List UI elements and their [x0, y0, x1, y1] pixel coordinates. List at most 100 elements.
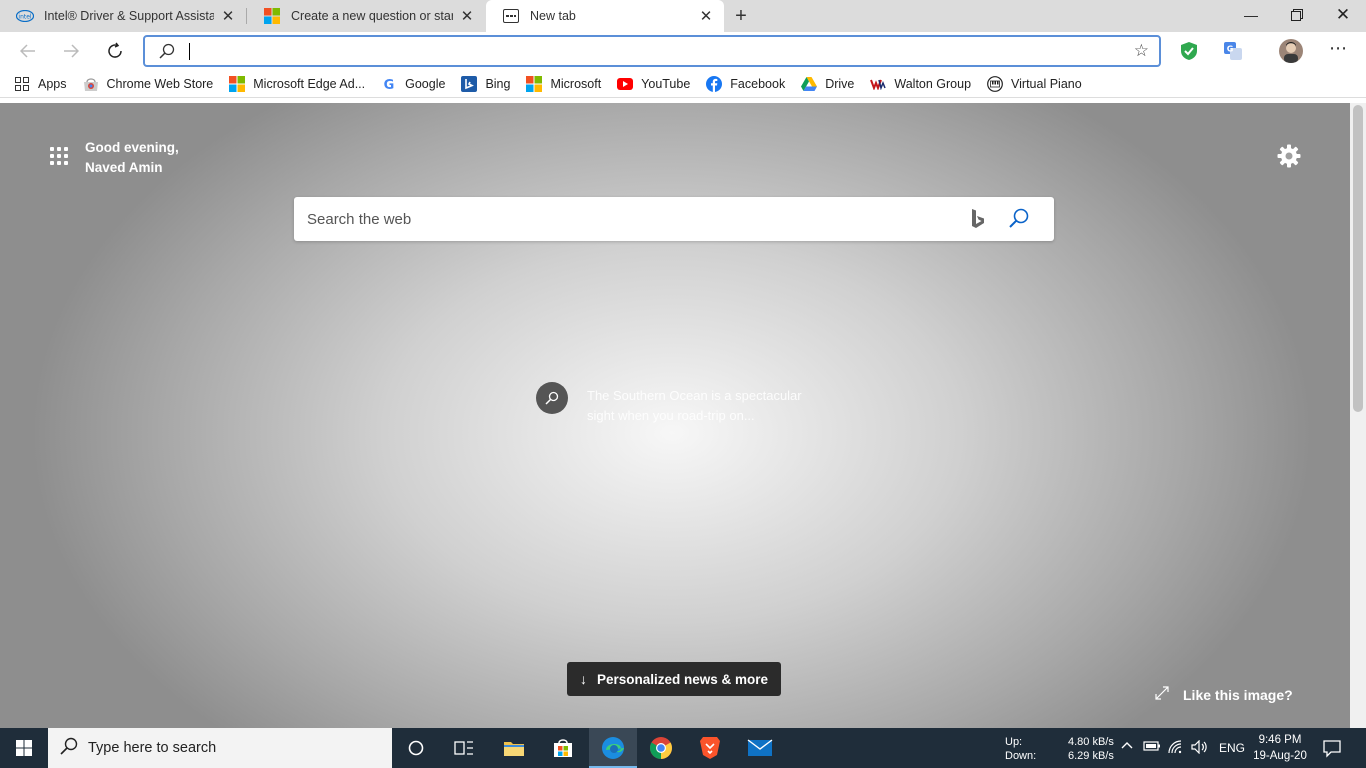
- walton-icon: [870, 76, 887, 92]
- personalized-news-button[interactable]: ↓ Personalized news & more: [567, 662, 781, 696]
- mail-taskbar-button[interactable]: [736, 728, 784, 768]
- new-tab-button[interactable]: +: [728, 4, 754, 28]
- shield-extension-icon[interactable]: [1177, 39, 1201, 63]
- bookmark-label: Virtual Piano: [1011, 76, 1082, 91]
- store-icon: [554, 739, 572, 757]
- image-search-icon[interactable]: [536, 382, 568, 414]
- address-bar[interactable]: ☆: [143, 35, 1161, 67]
- translate-extension-icon[interactable]: G: [1221, 39, 1245, 63]
- system-clock[interactable]: 9:46 PM 19-Aug-20: [1244, 732, 1316, 764]
- bookmark-label: Microsoft: [550, 76, 602, 91]
- greeting-line-1: Good evening,: [85, 140, 179, 155]
- bookmark-apps[interactable]: Apps: [14, 76, 67, 92]
- close-window-button[interactable]: ✕: [1320, 0, 1366, 30]
- tab-new-tab[interactable]: New tab ✕: [486, 0, 724, 32]
- bookmark-drive[interactable]: Drive: [801, 76, 854, 92]
- tab-title: Create a new question or start a discuss…: [291, 9, 453, 23]
- bookmark-bing[interactable]: Bing: [461, 75, 511, 92]
- brave-taskbar-button[interactable]: [686, 728, 734, 768]
- taskbar-search-placeholder: Type here to search: [88, 740, 217, 756]
- net-up-label: Up:: [1005, 736, 1023, 748]
- windows-taskbar: Type here to search Up: Down: 4.80 kB/s …: [0, 728, 1366, 768]
- svg-text:G: G: [1227, 45, 1234, 54]
- youtube-icon: [617, 76, 634, 92]
- microsoft-store-button[interactable]: [539, 728, 587, 768]
- volume-icon[interactable]: [1191, 739, 1209, 757]
- tab-strip: intel Intel® Driver & Support Assistant …: [0, 0, 1366, 32]
- profile-avatar[interactable]: [1279, 39, 1303, 63]
- net-speed-labels: Up: Down:: [1005, 735, 1036, 763]
- edge-taskbar-button[interactable]: [589, 728, 637, 768]
- chevron-up-icon[interactable]: [1121, 740, 1133, 755]
- back-button[interactable]: [13, 37, 43, 65]
- favorite-star-icon[interactable]: ☆: [1134, 41, 1149, 61]
- battery-icon[interactable]: [1143, 740, 1161, 755]
- bookmark-label: Walton Group: [894, 76, 972, 91]
- task-view-icon: [454, 741, 473, 755]
- net-up-value: 4.80 kB/s: [1068, 736, 1114, 748]
- chrome-taskbar-button[interactable]: [637, 728, 685, 768]
- tab-microsoft-question[interactable]: Create a new question or start a discuss…: [247, 0, 485, 32]
- bookmark-label: YouTube: [641, 76, 691, 91]
- more-options-icon[interactable]: ⋯: [1326, 36, 1350, 60]
- like-image-label: Like this image?: [1183, 686, 1293, 703]
- brave-lion-icon: [700, 737, 720, 759]
- google-drive-icon: [801, 76, 818, 92]
- folder-icon: [504, 742, 524, 756]
- bookmark-walton-group[interactable]: Walton Group: [870, 76, 971, 92]
- chrome-web-store-icon: [83, 76, 99, 92]
- bookmark-youtube[interactable]: YouTube: [617, 76, 690, 92]
- search-icon[interactable]: [1008, 207, 1030, 232]
- notification-center-icon[interactable]: [1322, 738, 1342, 761]
- image-info[interactable]: The Southern Ocean is a spectacular sigh…: [536, 382, 827, 426]
- minimize-button[interactable]: —: [1228, 0, 1274, 30]
- bookmark-facebook[interactable]: Facebook: [706, 75, 785, 92]
- close-icon[interactable]: ✕: [459, 8, 475, 25]
- bookmark-microsoft-edge-addons[interactable]: Microsoft Edge Ad...: [229, 75, 366, 92]
- net-down-label: Down:: [1005, 750, 1037, 762]
- bookmark-label: Bing: [485, 76, 511, 91]
- expand-icon: [1155, 686, 1169, 703]
- gear-icon[interactable]: [1276, 143, 1302, 169]
- net-speed-values: 4.80 kB/s 6.29 kB/s: [1068, 735, 1114, 763]
- app-launcher-icon[interactable]: [50, 147, 68, 165]
- close-icon[interactable]: ✕: [698, 8, 714, 25]
- edge-icon: [602, 737, 624, 759]
- address-input[interactable]: [193, 41, 1093, 63]
- facebook-icon: [706, 75, 723, 92]
- mail-icon: [747, 739, 773, 756]
- cortana-button[interactable]: [392, 728, 440, 768]
- tab-intel[interactable]: intel Intel® Driver & Support Assistant …: [0, 0, 246, 32]
- bookmark-label: Drive: [825, 76, 855, 91]
- scrollbar-thumb[interactable]: [1353, 105, 1363, 412]
- search-icon: [159, 43, 175, 62]
- tab-title: New tab: [530, 9, 576, 23]
- like-image-link[interactable]: Like this image?: [1155, 686, 1293, 703]
- forward-button[interactable]: [56, 37, 86, 65]
- refresh-button[interactable]: [100, 37, 130, 65]
- bookmark-microsoft[interactable]: Microsoft: [526, 75, 602, 92]
- bookmark-label: Microsoft Edge Ad...: [253, 76, 366, 91]
- file-explorer-button[interactable]: [490, 728, 538, 768]
- windows-start-button[interactable]: [0, 728, 48, 768]
- close-icon[interactable]: ✕: [220, 8, 236, 25]
- restore-button[interactable]: [1274, 0, 1320, 30]
- language-indicator[interactable]: ENG: [1219, 741, 1245, 755]
- web-search-input[interactable]: [307, 208, 947, 230]
- virtual-piano-icon: [987, 75, 1003, 92]
- image-caption[interactable]: The Southern Ocean is a spectacular sigh…: [587, 386, 827, 426]
- microsoft-icon: [526, 75, 543, 92]
- bookmarks-bar: Apps Chrome Web Store Microsoft Edge Ad.…: [0, 70, 1366, 98]
- web-search-box[interactable]: [294, 197, 1054, 241]
- news-button-label: Personalized news & more: [596, 671, 769, 687]
- bookmark-virtual-piano[interactable]: Virtual Piano: [987, 75, 1082, 92]
- clock-date: 19-Aug-20: [1253, 750, 1307, 762]
- task-view-button[interactable]: [440, 728, 488, 768]
- page-scrollbar[interactable]: [1350, 103, 1366, 728]
- bookmark-google[interactable]: G Google: [381, 76, 446, 92]
- bing-icon[interactable]: [969, 208, 987, 233]
- bookmark-chrome-web-store[interactable]: Chrome Web Store: [83, 76, 213, 92]
- taskbar-search-box[interactable]: Type here to search: [48, 728, 392, 768]
- wifi-icon[interactable]: [1168, 740, 1186, 757]
- svg-text:intel: intel: [18, 14, 32, 21]
